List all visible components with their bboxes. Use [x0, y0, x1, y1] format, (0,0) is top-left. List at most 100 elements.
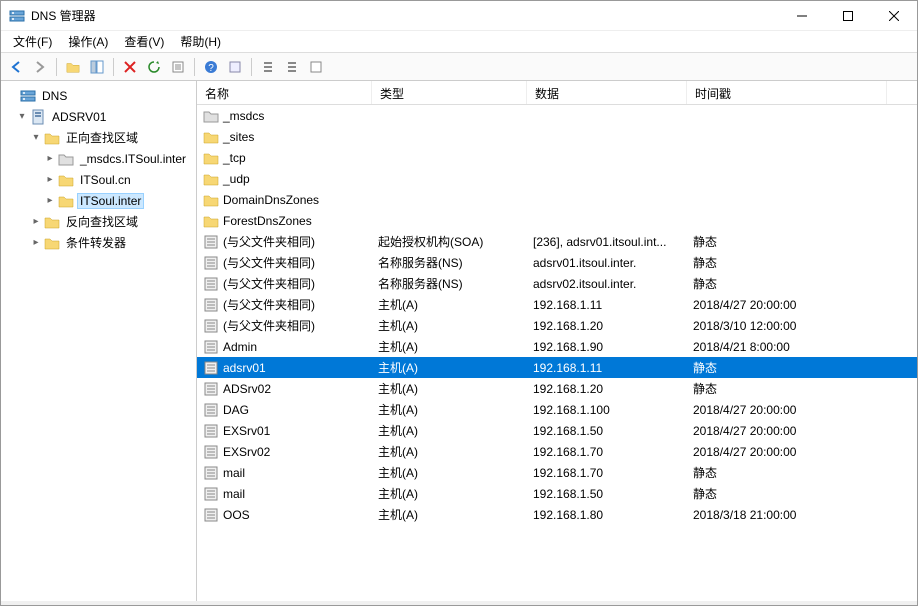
cell-data: 192.168.1.11	[527, 361, 687, 375]
col-type[interactable]: 类型	[372, 81, 527, 104]
list-row[interactable]: (与父文件夹相同)主机(A)192.168.1.202018/3/10 12:0…	[197, 315, 917, 336]
list-row[interactable]: _msdcs	[197, 105, 917, 126]
cell-name: EXSrv02	[197, 444, 372, 460]
twister-icon[interactable]: ▾	[15, 111, 29, 122]
tree-server[interactable]: ▾ ADSRV01	[1, 106, 197, 127]
delete-button[interactable]	[119, 56, 141, 78]
list-row[interactable]: EXSrv01主机(A)192.168.1.502018/4/27 20:00:…	[197, 420, 917, 441]
col-data[interactable]: 数据	[527, 81, 687, 104]
cell-timestamp: 静态	[687, 275, 887, 292]
minimize-button[interactable]	[779, 1, 825, 31]
cell-name: (与父文件夹相同)	[197, 296, 372, 313]
tree-label: 反向查找区域	[63, 213, 141, 230]
folder-icon	[44, 130, 60, 146]
refresh-button[interactable]	[143, 56, 165, 78]
list-row[interactable]: EXSrv02主机(A)192.168.1.702018/4/27 20:00:…	[197, 441, 917, 462]
export-button[interactable]	[167, 56, 189, 78]
menu-file[interactable]: 文件(F)	[5, 31, 60, 52]
cell-data: 192.168.1.20	[527, 382, 687, 396]
app-icon	[9, 8, 25, 24]
tree-zone-itsoul-inter[interactable]: ▸ ITSoul.inter	[1, 190, 197, 211]
list-body[interactable]: _msdcs_sites_tcp _udp DomainDnsZonesForest…	[197, 105, 917, 601]
filter-button[interactable]	[257, 56, 279, 78]
list-row[interactable]: adsrv01主机(A)192.168.1.11静态	[197, 357, 917, 378]
tree-fwd-zone[interactable]: ▾ 正向查找区域	[1, 127, 197, 148]
menu-view[interactable]: 查看(V)	[116, 31, 172, 52]
list-row[interactable]: _sites	[197, 126, 917, 147]
record-icon	[203, 423, 219, 439]
cell-type: 主机(A)	[372, 401, 527, 418]
cell-name: _udp	[197, 171, 372, 187]
cell-data: 192.168.1.80	[527, 508, 687, 522]
folder-icon	[58, 193, 74, 209]
twister-icon[interactable]: ▸	[29, 237, 43, 248]
tree-rev-zone[interactable]: ▸ 反向查找区域	[1, 211, 197, 232]
show-hide-tree-button[interactable]	[86, 56, 108, 78]
close-button[interactable]	[871, 1, 917, 31]
folder-icon	[203, 192, 219, 208]
folder-icon	[203, 213, 219, 229]
cell-name: ADSrv02	[197, 381, 372, 397]
cell-name: DAG	[197, 402, 372, 418]
cell-timestamp: 2018/4/27 20:00:00	[687, 298, 887, 312]
list-row[interactable]: DAG主机(A)192.168.1.1002018/4/27 20:00:00	[197, 399, 917, 420]
list-row[interactable]: _tcp	[197, 147, 917, 168]
cell-type: 名称服务器(NS)	[372, 254, 527, 271]
cell-type: 起始授权机构(SOA)	[372, 233, 527, 250]
folder-icon	[203, 171, 219, 187]
twister-icon[interactable]: ▸	[29, 216, 43, 227]
record-icon	[203, 297, 219, 313]
new-record-button[interactable]	[305, 56, 327, 78]
cell-type: 主机(A)	[372, 464, 527, 481]
cell-type: 主机(A)	[372, 359, 527, 376]
tree-zone-msdcs[interactable]: ▸ _msdcs.ITSoul.inter	[1, 148, 197, 169]
cell-name: mail	[197, 486, 372, 502]
menu-help[interactable]: 帮助(H)	[172, 31, 229, 52]
window-title: DNS 管理器	[31, 7, 779, 24]
col-timestamp[interactable]: 时间戳	[687, 81, 887, 104]
cell-data: 192.168.1.90	[527, 340, 687, 354]
list-row[interactable]: ADSrv02主机(A)192.168.1.20静态	[197, 378, 917, 399]
list-row[interactable]: mail主机(A)192.168.1.70静态	[197, 462, 917, 483]
tree-root[interactable]: DNS	[1, 85, 197, 106]
up-button[interactable]	[62, 56, 84, 78]
tree-zone-itsoul-cn[interactable]: ▸ ITSoul.cn	[1, 169, 197, 190]
list-row[interactable]: Admin主机(A)192.168.1.902018/4/21 8:00:00	[197, 336, 917, 357]
list-row[interactable]: (与父文件夹相同)起始授权机构(SOA)[236], adsrv01.itsou…	[197, 231, 917, 252]
list-row[interactable]: DomainDnsZones	[197, 189, 917, 210]
twister-icon[interactable]: ▸	[43, 174, 57, 185]
filter2-button[interactable]	[281, 56, 303, 78]
cell-timestamp: 静态	[687, 485, 887, 502]
record-icon	[203, 381, 219, 397]
tree-panel[interactable]: DNS ▾ ADSRV01 ▾ 正向查找区域 ▸ _msdcs.ITSoul.i…	[1, 81, 197, 601]
cell-data: 192.168.1.50	[527, 487, 687, 501]
back-button[interactable]	[5, 56, 27, 78]
cell-type: 主机(A)	[372, 485, 527, 502]
list-row[interactable]: _udp	[197, 168, 917, 189]
list-row[interactable]: (与父文件夹相同)主机(A)192.168.1.112018/4/27 20:0…	[197, 294, 917, 315]
separator	[194, 58, 195, 76]
menu-action[interactable]: 操作(A)	[60, 31, 116, 52]
twister-icon[interactable]: ▾	[29, 132, 43, 143]
list-row[interactable]: ForestDnsZones	[197, 210, 917, 231]
record-icon	[203, 402, 219, 418]
properties-button[interactable]	[224, 56, 246, 78]
cell-data: 192.168.1.20	[527, 319, 687, 333]
list-row[interactable]: mail主机(A)192.168.1.50静态	[197, 483, 917, 504]
cell-timestamp: 2018/3/18 21:00:00	[687, 508, 887, 522]
cell-name: (与父文件夹相同)	[197, 275, 372, 292]
list-row[interactable]: (与父文件夹相同)名称服务器(NS)adsrv02.itsoul.inter.静…	[197, 273, 917, 294]
tree-cond-fwd[interactable]: ▸ 条件转发器	[1, 232, 197, 253]
help-button[interactable]: ?	[200, 56, 222, 78]
twister-icon[interactable]: ▸	[43, 195, 57, 206]
maximize-button[interactable]	[825, 1, 871, 31]
list-panel: 名称 类型 数据 时间戳 _msdcs_sites_tcp _udp DomainD…	[197, 81, 917, 601]
twister-icon[interactable]: ▸	[43, 153, 57, 164]
col-name[interactable]: 名称	[197, 81, 372, 104]
forward-button[interactable]	[29, 56, 51, 78]
list-row[interactable]: OOS主机(A)192.168.1.802018/3/18 21:00:00	[197, 504, 917, 525]
list-row[interactable]: (与父文件夹相同)名称服务器(NS)adsrv01.itsoul.inter.静…	[197, 252, 917, 273]
record-icon	[203, 486, 219, 502]
folder-icon	[203, 108, 219, 124]
cell-timestamp: 静态	[687, 233, 887, 250]
